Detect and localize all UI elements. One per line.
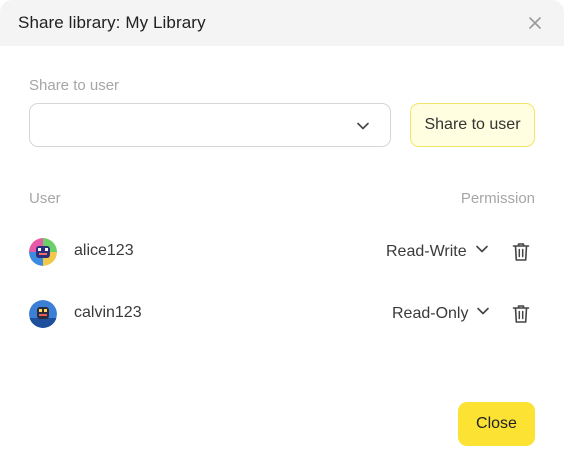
table-row: alice123 Read-Write <box>0 232 564 272</box>
user-select[interactable] <box>29 103 391 147</box>
trash-icon[interactable] <box>512 242 530 262</box>
chevron-down-icon <box>356 119 370 138</box>
table-row: calvin123 Read-Only <box>0 294 564 334</box>
column-header-user: User <box>29 190 61 207</box>
share-to-user-button[interactable]: Share to user <box>410 103 535 147</box>
share-to-user-label: Share to user <box>29 77 120 94</box>
trash-icon[interactable] <box>512 304 530 324</box>
username: alice123 <box>74 242 134 259</box>
dialog-header: Share library: My Library <box>0 0 564 46</box>
chevron-down-icon <box>475 242 489 261</box>
dialog-title: Share library: My Library <box>18 13 206 32</box>
close-icon[interactable] <box>526 14 544 32</box>
permission-value: Read-Only <box>392 304 469 322</box>
column-header-permission: Permission <box>460 190 535 207</box>
avatar-icon <box>29 238 57 266</box>
permission-value: Read-Write <box>386 242 467 260</box>
share-library-dialog: Share library: My Library Share to user … <box>0 0 564 475</box>
chevron-down-icon <box>476 304 490 323</box>
permission-dropdown[interactable]: Read-Only <box>392 304 490 323</box>
close-button[interactable]: Close <box>458 402 535 446</box>
avatar-icon <box>29 300 57 328</box>
username: calvin123 <box>74 304 142 321</box>
permission-dropdown[interactable]: Read-Write <box>386 242 489 261</box>
